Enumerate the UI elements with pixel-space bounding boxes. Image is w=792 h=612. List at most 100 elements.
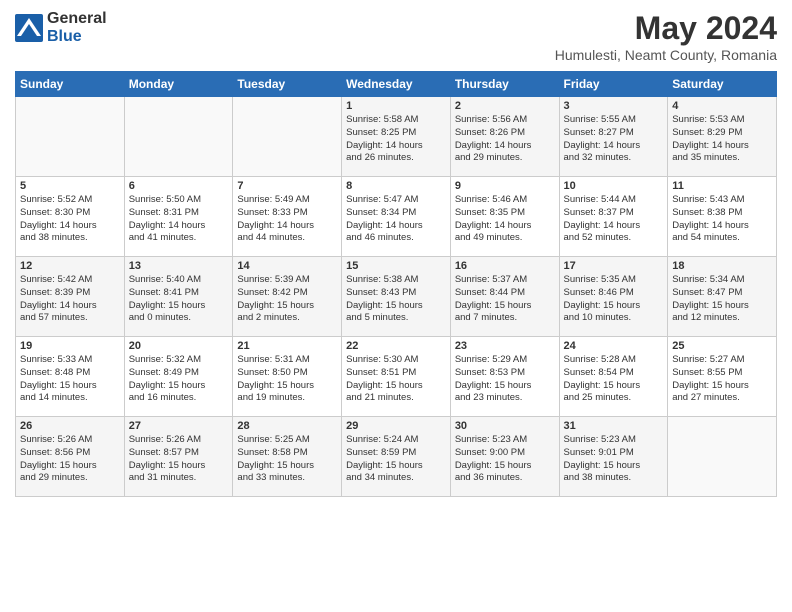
- calendar-cell: 1Sunrise: 5:58 AM Sunset: 8:25 PM Daylig…: [342, 97, 451, 177]
- day-number: 2: [455, 100, 555, 112]
- cell-info: Sunrise: 5:33 AM Sunset: 8:48 PM Dayligh…: [20, 354, 120, 405]
- day-number: 15: [346, 260, 446, 272]
- calendar-cell: 29 Sunrise: 5:24 AM Sunset: 8:59 PM Dayli…: [342, 417, 451, 497]
- calendar-cell: [233, 97, 342, 177]
- day-number: 18: [672, 260, 772, 272]
- header-thursday: Thursday: [450, 72, 559, 97]
- day-number: 13: [129, 260, 229, 272]
- calendar-cell: [124, 97, 233, 177]
- cell-info: Sunrise: 5:32 AM Sunset: 8:49 PM Dayligh…: [129, 354, 229, 405]
- day-number: 19: [20, 340, 120, 352]
- cell-info: Sunrise: 5:27 AM Sunset: 8:55 PM Dayligh…: [672, 354, 772, 405]
- calendar-cell: 24 Sunrise: 5:28 AM Sunset: 8:54 PM Dayli…: [559, 337, 668, 417]
- calendar-cell: 9Sunrise: 5:46 AM Sunset: 8:35 PM Daylig…: [450, 177, 559, 257]
- calendar-week-4: 19 Sunrise: 5:33 AM Sunset: 8:48 PM Dayli…: [16, 337, 777, 417]
- calendar-cell: 14 Sunrise: 5:39 AM Sunset: 8:42 PM Dayli…: [233, 257, 342, 337]
- day-number: 5: [20, 180, 120, 192]
- cell-info: Sunrise: 5:52 AM Sunset: 8:30 PM Dayligh…: [20, 194, 120, 245]
- day-number: 29: [346, 420, 446, 432]
- calendar-cell: 17Sunrise: 5:35 AM Sunset: 8:46 PM Dayli…: [559, 257, 668, 337]
- cell-info: Sunrise: 5:55 AM Sunset: 8:27 PM Dayligh…: [564, 114, 664, 165]
- day-number: 30: [455, 420, 555, 432]
- day-number: 23: [455, 340, 555, 352]
- day-number: 10: [564, 180, 664, 192]
- calendar-cell: 28 Sunrise: 5:25 AM Sunset: 8:58 PM Dayli…: [233, 417, 342, 497]
- header-monday: Monday: [124, 72, 233, 97]
- calendar-cell: 26Sunrise: 5:26 AM Sunset: 8:56 PM Dayli…: [16, 417, 125, 497]
- cell-info: Sunrise: 5:49 AM Sunset: 8:33 PM Dayligh…: [237, 194, 337, 245]
- cell-info: Sunrise: 5:23 AM Sunset: 9:00 PM Dayligh…: [455, 434, 555, 485]
- day-number: 6: [129, 180, 229, 192]
- header-saturday: Saturday: [668, 72, 777, 97]
- day-number: 12: [20, 260, 120, 272]
- calendar-cell: [668, 417, 777, 497]
- day-number: 20: [129, 340, 229, 352]
- day-number: 31: [564, 420, 664, 432]
- calendar-cell: 11 Sunrise: 5:43 AM Sunset: 8:38 PM Dayli…: [668, 177, 777, 257]
- calendar-cell: 3 Sunrise: 5:55 AM Sunset: 8:27 PM Daylig…: [559, 97, 668, 177]
- calendar-cell: 27Sunrise: 5:26 AM Sunset: 8:57 PM Dayli…: [124, 417, 233, 497]
- location: Humulesti, Neamt County, Romania: [555, 47, 777, 63]
- day-number: 4: [672, 100, 772, 112]
- calendar-header-row: Sunday Monday Tuesday Wednesday Thursday…: [16, 72, 777, 97]
- cell-info: Sunrise: 5:24 AM Sunset: 8:59 PM Dayligh…: [346, 434, 446, 485]
- calendar-table: Sunday Monday Tuesday Wednesday Thursday…: [15, 71, 777, 497]
- cell-info: Sunrise: 5:53 AM Sunset: 8:29 PM Dayligh…: [672, 114, 772, 165]
- cell-info: Sunrise: 5:56 AM Sunset: 8:26 PM Dayligh…: [455, 114, 555, 165]
- calendar-week-2: 5 Sunrise: 5:52 AM Sunset: 8:30 PM Daylig…: [16, 177, 777, 257]
- cell-info: Sunrise: 5:34 AM Sunset: 8:47 PM Dayligh…: [672, 274, 772, 325]
- month-year: May 2024: [555, 10, 777, 47]
- calendar-cell: 16 Sunrise: 5:37 AM Sunset: 8:44 PM Dayli…: [450, 257, 559, 337]
- cell-info: Sunrise: 5:43 AM Sunset: 8:38 PM Dayligh…: [672, 194, 772, 245]
- header-friday: Friday: [559, 72, 668, 97]
- day-number: 14: [237, 260, 337, 272]
- title-block: May 2024 Humulesti, Neamt County, Romani…: [555, 10, 777, 63]
- day-number: 16: [455, 260, 555, 272]
- cell-info: Sunrise: 5:31 AM Sunset: 8:50 PM Dayligh…: [237, 354, 337, 405]
- day-number: 25: [672, 340, 772, 352]
- cell-info: Sunrise: 5:29 AM Sunset: 8:53 PM Dayligh…: [455, 354, 555, 405]
- calendar-cell: 2 Sunrise: 5:56 AM Sunset: 8:26 PM Daylig…: [450, 97, 559, 177]
- day-number: 22: [346, 340, 446, 352]
- calendar-cell: 7 Sunrise: 5:49 AM Sunset: 8:33 PM Daylig…: [233, 177, 342, 257]
- day-number: 11: [672, 180, 772, 192]
- day-number: 3: [564, 100, 664, 112]
- calendar-week-5: 26Sunrise: 5:26 AM Sunset: 8:56 PM Dayli…: [16, 417, 777, 497]
- day-number: 28: [237, 420, 337, 432]
- day-number: 7: [237, 180, 337, 192]
- header-sunday: Sunday: [16, 72, 125, 97]
- calendar-week-1: 1Sunrise: 5:58 AM Sunset: 8:25 PM Daylig…: [16, 97, 777, 177]
- cell-info: Sunrise: 5:39 AM Sunset: 8:42 PM Dayligh…: [237, 274, 337, 325]
- header-wednesday: Wednesday: [342, 72, 451, 97]
- calendar-cell: [16, 97, 125, 177]
- logo-text: General Blue: [47, 10, 107, 45]
- calendar-cell: 10 Sunrise: 5:44 AM Sunset: 8:37 PM Dayli…: [559, 177, 668, 257]
- cell-info: Sunrise: 5:25 AM Sunset: 8:58 PM Dayligh…: [237, 434, 337, 485]
- cell-info: Sunrise: 5:42 AM Sunset: 8:39 PM Dayligh…: [20, 274, 120, 325]
- calendar-cell: 18 Sunrise: 5:34 AM Sunset: 8:47 PM Dayli…: [668, 257, 777, 337]
- calendar-cell: 25 Sunrise: 5:27 AM Sunset: 8:55 PM Dayli…: [668, 337, 777, 417]
- calendar-cell: 21Sunrise: 5:31 AM Sunset: 8:50 PM Dayli…: [233, 337, 342, 417]
- cell-info: Sunrise: 5:38 AM Sunset: 8:43 PM Dayligh…: [346, 274, 446, 325]
- header-tuesday: Tuesday: [233, 72, 342, 97]
- cell-info: Sunrise: 5:30 AM Sunset: 8:51 PM Dayligh…: [346, 354, 446, 405]
- page: General Blue May 2024 Humulesti, Neamt C…: [0, 0, 792, 612]
- cell-info: Sunrise: 5:44 AM Sunset: 8:37 PM Dayligh…: [564, 194, 664, 245]
- cell-info: Sunrise: 5:47 AM Sunset: 8:34 PM Dayligh…: [346, 194, 446, 245]
- calendar-cell: 15 Sunrise: 5:38 AM Sunset: 8:43 PM Dayli…: [342, 257, 451, 337]
- day-number: 8: [346, 180, 446, 192]
- cell-info: Sunrise: 5:37 AM Sunset: 8:44 PM Dayligh…: [455, 274, 555, 325]
- calendar-cell: 12 Sunrise: 5:42 AM Sunset: 8:39 PM Dayli…: [16, 257, 125, 337]
- cell-info: Sunrise: 5:46 AM Sunset: 8:35 PM Dayligh…: [455, 194, 555, 245]
- calendar-cell: 13 Sunrise: 5:40 AM Sunset: 8:41 PM Dayli…: [124, 257, 233, 337]
- day-number: 24: [564, 340, 664, 352]
- day-number: 26: [20, 420, 120, 432]
- cell-info: Sunrise: 5:50 AM Sunset: 8:31 PM Dayligh…: [129, 194, 229, 245]
- calendar-cell: 8 Sunrise: 5:47 AM Sunset: 8:34 PM Daylig…: [342, 177, 451, 257]
- calendar-cell: 5 Sunrise: 5:52 AM Sunset: 8:30 PM Daylig…: [16, 177, 125, 257]
- cell-info: Sunrise: 5:40 AM Sunset: 8:41 PM Dayligh…: [129, 274, 229, 325]
- logo-icon: [15, 14, 43, 42]
- cell-info: Sunrise: 5:35 AM Sunset: 8:46 PM Dayligh…: [564, 274, 664, 325]
- calendar-cell: 6 Sunrise: 5:50 AM Sunset: 8:31 PM Daylig…: [124, 177, 233, 257]
- cell-info: Sunrise: 5:28 AM Sunset: 8:54 PM Dayligh…: [564, 354, 664, 405]
